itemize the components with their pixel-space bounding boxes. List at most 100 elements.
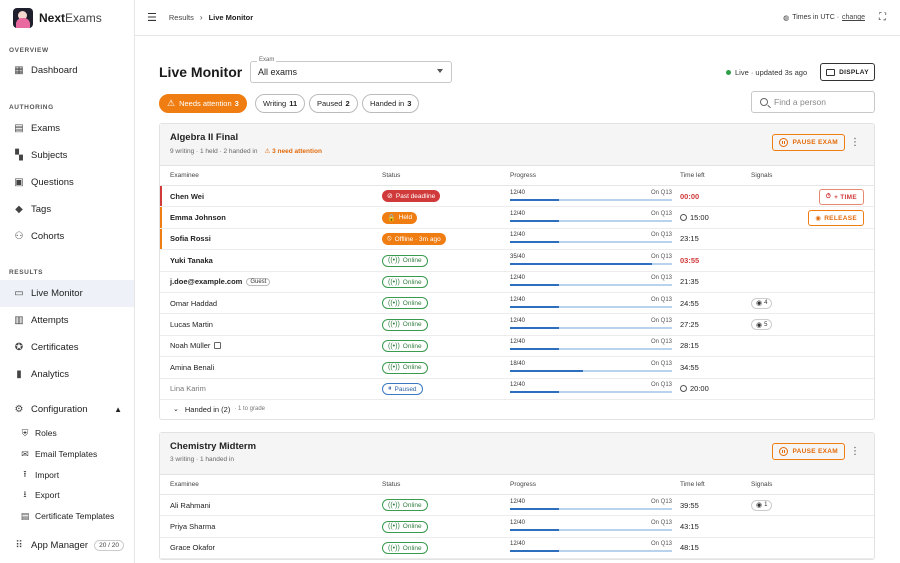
- status-badge: ((•)) Online: [382, 297, 428, 310]
- sidebar-item-analytics[interactable]: ▮ Analytics: [0, 361, 134, 388]
- sidebar-item-certificates[interactable]: ✪ Certificates: [0, 334, 134, 361]
- sidebar-item-subjects[interactable]: ▚ Subjects: [0, 142, 134, 169]
- table-row[interactable]: Ali Rahmani ((•)) Online 12/40 On Q13 39:5…: [160, 495, 874, 517]
- table-row[interactable]: Chen Wei ⊘ Past deadline 12/40 On Q13 00:0…: [160, 186, 874, 208]
- exam-subtitle: 9 writing · 1 held · 2 handed in ⚠ 3 nee…: [170, 147, 322, 156]
- breadcrumb-results[interactable]: Results: [169, 13, 194, 22]
- more-options-icon[interactable]: ⋮: [850, 137, 860, 148]
- time-left: 23:15: [680, 234, 699, 244]
- progress-bar: 12/40 On Q13: [510, 209, 680, 226]
- table-row[interactable]: Noah Müller ((•)) Online 12/40 On Q13 28:1…: [160, 336, 874, 358]
- pause-icon: ⏸: [388, 385, 392, 393]
- monitor-icon: ▭: [14, 288, 24, 299]
- table-row[interactable]: Amina Benali ((•)) Online 18/40 On Q13 34:…: [160, 357, 874, 379]
- breadcrumb-current: Live Monitor: [208, 13, 254, 22]
- attempts-icon: ▥: [14, 315, 24, 326]
- brand[interactable]: NextExams: [0, 0, 134, 36]
- status-badge: ((•)) Online: [382, 520, 428, 533]
- table-row[interactable]: Grace Okafor ((•)) Online 12/40 On Q13 48:…: [160, 538, 874, 560]
- signal-badge[interactable]: ◉ 5: [751, 319, 773, 331]
- progress-bar: 12/40 On Q13: [510, 518, 680, 535]
- add-time-button[interactable]: ⏱ + TIME: [818, 189, 864, 205]
- display-button[interactable]: DISPLAY: [820, 63, 875, 81]
- pause-exam-button[interactable]: PAUSE EXAM: [771, 442, 845, 460]
- sidebar-item-import[interactable]: ⭱ Import: [0, 464, 134, 485]
- sidebar-item-configuration[interactable]: ⚙ Configuration ▲: [0, 396, 134, 423]
- table-header: Examinee Status Progress Time left Signa…: [160, 475, 874, 495]
- time-left: 39:55: [680, 500, 699, 510]
- sidebar: NextExams OVERVIEW ▦ Dashboard AUTHORING…: [0, 0, 135, 563]
- release-button[interactable]: ◉ RELEASE: [808, 210, 864, 227]
- app-name: NextExams: [39, 11, 102, 25]
- status-badge: ⦸ Offline · 3m ago: [382, 233, 446, 246]
- table-row[interactable]: Emma Johnson 🔒 Held 12/40 On Q13 15:00 ◉ RE…: [160, 207, 874, 229]
- more-options-icon[interactable]: ⋮: [850, 446, 860, 457]
- filter-writing[interactable]: Writing 11: [255, 94, 306, 113]
- certificate-icon: ✪: [14, 342, 24, 353]
- examinee-name: Sofia Rossi: [170, 234, 211, 244]
- time-left: 48:15: [680, 543, 699, 553]
- examinee-name: Ali Rahmani: [170, 500, 211, 510]
- time-left: 03:55: [680, 255, 700, 265]
- time-left: 00:00: [680, 191, 700, 201]
- sidebar-item-app-manager[interactable]: ⠿ App Manager 20 / 20: [0, 532, 134, 559]
- progress-bar: 12/40 On Q13: [510, 273, 680, 290]
- progress-bar: 12/40 On Q13: [510, 316, 680, 333]
- sidebar-item-cohorts[interactable]: ⚇ Cohorts: [0, 223, 134, 250]
- pause-icon: [778, 446, 788, 456]
- table-row[interactable]: Lina Karim ⏸ Paused 12/40 On Q13 20:00: [160, 379, 874, 400]
- sidebar-item-live-monitor[interactable]: ▭ Live Monitor: [0, 280, 134, 307]
- signal-badge[interactable]: ◉ 1: [751, 499, 773, 511]
- examinee-name: Omar Haddad: [170, 298, 218, 308]
- sidebar-item-dashboard[interactable]: ▦ Dashboard: [0, 57, 134, 84]
- collapse-sidebar-icon[interactable]: ☰: [147, 11, 157, 24]
- handed-in-toggle[interactable]: ⌄ Handed in (2) · 1 to grade: [160, 400, 874, 419]
- online-icon: ((•)): [388, 321, 400, 329]
- sidebar-item-roles[interactable]: ⛨ Roles: [0, 423, 134, 444]
- sidebar-item-questions[interactable]: ▣ Questions: [0, 169, 134, 196]
- examinee-name: Emma Johnson: [170, 213, 226, 223]
- page-title: Live Monitor: [159, 64, 243, 80]
- search-input[interactable]: Find a person: [751, 91, 875, 113]
- progress-bar: 35/40 On Q13: [510, 252, 680, 269]
- signal-badge[interactable]: ◉ 4: [751, 297, 773, 309]
- sidebar-item-tags[interactable]: ◆ Tags: [0, 196, 134, 223]
- status-badge: ⏸ Paused: [382, 383, 423, 396]
- chevron-right-icon: ›: [199, 13, 203, 22]
- change-timezone-link[interactable]: change: [842, 14, 865, 21]
- cohorts-icon: ⚇: [14, 231, 24, 242]
- import-icon: ⭱: [23, 468, 27, 479]
- filter-needs-attention[interactable]: ⚠ Needs attention 3: [159, 94, 247, 113]
- export-icon: ⭳: [23, 489, 27, 500]
- sidebar-item-export[interactable]: ⭳ Export: [0, 485, 134, 506]
- sidebar-item-exams[interactable]: ▤ Exams: [0, 115, 134, 142]
- play-icon: ◉: [815, 215, 822, 223]
- monitor-icon: [826, 68, 836, 76]
- table-row[interactable]: j.doe@example.com Guest ((•)) Online 12/40…: [160, 272, 874, 293]
- fullscreen-icon[interactable]: ⛶: [879, 12, 886, 23]
- exam-title: Algebra II Final: [170, 132, 239, 143]
- time-left: 34:55: [680, 362, 699, 372]
- table-row[interactable]: Priya Sharma ((•)) Online 12/40 On Q13 43:…: [160, 516, 874, 538]
- table-row[interactable]: Omar Haddad ((•)) Online 12/40 On Q13 24:5…: [160, 293, 874, 315]
- exam-select[interactable]: Exam All exams: [250, 57, 452, 83]
- time-left: 21:35: [680, 277, 699, 287]
- roles-icon: ⛨: [21, 427, 29, 438]
- sidebar-item-certificate-templates[interactable]: ▤ Certificate Templates: [0, 506, 134, 527]
- examinee-name: j.doe@example.com Guest: [170, 277, 382, 286]
- table-row[interactable]: Yuki Tanaka ((•)) Online 35/40 On Q13 03:5…: [160, 250, 874, 272]
- exam-card: Algebra II Final 9 writing · 1 held · 2 …: [159, 123, 875, 420]
- sidebar-item-email-templates[interactable]: ✉ Email Templates: [0, 444, 134, 465]
- online-icon: ((•)): [388, 364, 400, 372]
- progress-bar: 12/40 On Q13: [510, 380, 680, 397]
- lock-icon: 🔒: [387, 214, 396, 222]
- table-row[interactable]: Sofia Rossi ⦸ Offline · 3m ago 12/40 On Q1…: [160, 229, 874, 251]
- table-row[interactable]: Lucas Martin ((•)) Online 12/40 On Q13 27:…: [160, 314, 874, 336]
- online-icon: ((•)): [388, 501, 400, 509]
- pause-exam-button[interactable]: PAUSE EXAM: [771, 134, 845, 151]
- online-icon: ((•)): [388, 299, 400, 307]
- sidebar-item-attempts[interactable]: ▥ Attempts: [0, 307, 134, 334]
- exam-select-value: All exams: [258, 67, 298, 77]
- filter-paused[interactable]: Paused 2: [309, 94, 358, 113]
- filter-handed-in[interactable]: Handed in 3: [362, 94, 420, 113]
